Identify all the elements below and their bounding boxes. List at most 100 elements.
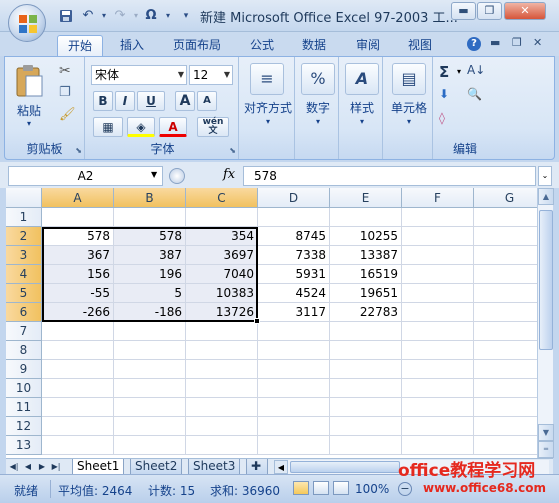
scroll-down-icon[interactable]: ▼ [538, 424, 554, 441]
cell-f10[interactable] [402, 379, 474, 398]
first-sheet-icon[interactable]: ◀| [8, 461, 20, 473]
cell-f7[interactable] [402, 322, 474, 341]
name-box[interactable]: A2 [8, 166, 163, 186]
cell-g10[interactable] [474, 379, 537, 398]
bold-button[interactable]: B [93, 91, 113, 111]
cell-a10[interactable] [42, 379, 114, 398]
cell-g12[interactable] [474, 417, 537, 436]
cell-g13[interactable] [474, 436, 537, 455]
cell-b8[interactable] [114, 341, 186, 360]
cell-d8[interactable] [258, 341, 330, 360]
cell-d3[interactable]: 7338 [258, 246, 330, 265]
sheet-tab-3[interactable]: Sheet3 [188, 459, 241, 475]
cell-g2[interactable] [474, 227, 537, 246]
cut-icon[interactable]: ✂ [59, 63, 71, 79]
cell-e13[interactable] [330, 436, 402, 455]
cell-d7[interactable] [258, 322, 330, 341]
cell-b9[interactable] [114, 360, 186, 379]
undo-dropdown-icon[interactable]: ▾ [96, 8, 112, 24]
minimize-button[interactable]: ▬ [451, 2, 476, 20]
cell-a8[interactable] [42, 341, 114, 360]
fill-handle[interactable] [254, 318, 260, 324]
insert-sheet-icon[interactable]: ✚ [246, 459, 268, 475]
cell-f9[interactable] [402, 360, 474, 379]
cell-d1[interactable] [258, 208, 330, 227]
row-header-13[interactable]: 13 [6, 436, 42, 455]
cell-a9[interactable] [42, 360, 114, 379]
sheet-tab-1[interactable]: Sheet1 [72, 459, 125, 475]
cell-d5[interactable]: 4524 [258, 284, 330, 303]
cell-c11[interactable] [186, 398, 258, 417]
zoom-level[interactable]: 100% [355, 482, 389, 496]
grow-font-button[interactable]: A [175, 91, 195, 111]
cell-g11[interactable] [474, 398, 537, 417]
paste-button[interactable]: 粘贴 ▾ [11, 63, 47, 137]
cell-e3[interactable]: 13387 [330, 246, 402, 265]
format-painter-icon[interactable]: 🖌 [59, 107, 76, 122]
clipboard-launcher-icon[interactable]: ⬊ [75, 146, 82, 155]
cell-f12[interactable] [402, 417, 474, 436]
tab-view[interactable]: 视图 [398, 35, 442, 56]
column-header-e[interactable]: E [330, 188, 402, 208]
cell-c7[interactable] [186, 322, 258, 341]
vertical-scroll-thumb[interactable] [539, 210, 553, 350]
sheet-tab-2[interactable]: Sheet2 [130, 459, 183, 475]
horizontal-scroll-thumb[interactable] [290, 461, 400, 473]
cell-c3[interactable]: 3697 [186, 246, 258, 265]
formula-input[interactable]: 578 [243, 166, 536, 186]
row-header-6[interactable]: 6 [6, 303, 42, 322]
tab-insert[interactable]: 插入 [110, 35, 154, 56]
scroll-up-icon[interactable]: ▲ [538, 188, 554, 205]
column-header-c[interactable]: C [186, 188, 258, 208]
cell-c4[interactable]: 7040 [186, 265, 258, 284]
fill-color-button[interactable]: ◈ [127, 117, 155, 137]
split-icon[interactable]: ═ [538, 441, 554, 458]
page-layout-view-button[interactable] [313, 481, 329, 495]
font-name-combo[interactable]: 宋体 ▼ [91, 65, 187, 85]
cell-a5[interactable]: -55 [42, 284, 114, 303]
name-box-dropdown-icon[interactable]: ▼ [151, 170, 157, 179]
cell-d13[interactable] [258, 436, 330, 455]
cell-b13[interactable] [114, 436, 186, 455]
cell-a13[interactable] [42, 436, 114, 455]
cell-f13[interactable] [402, 436, 474, 455]
column-header-d[interactable]: D [258, 188, 330, 208]
italic-button[interactable]: I [115, 91, 135, 111]
alignment-group[interactable]: ≡ 对齐方式 ▾ [241, 57, 295, 159]
cell-a3[interactable]: 367 [42, 246, 114, 265]
cell-e1[interactable] [330, 208, 402, 227]
ribbon-close-icon[interactable]: ✕ [533, 36, 542, 49]
office-button[interactable] [8, 4, 46, 42]
cell-a11[interactable] [42, 398, 114, 417]
cell-f1[interactable] [402, 208, 474, 227]
formula-expand-icon[interactable]: ⌄ [538, 166, 552, 186]
customize-qat-icon[interactable]: ▾ [178, 8, 194, 24]
vertical-scrollbar[interactable]: ▲ ▼ ═ [537, 188, 554, 458]
column-header-b[interactable]: B [114, 188, 186, 208]
cell-e9[interactable] [330, 360, 402, 379]
row-header-7[interactable]: 7 [6, 322, 42, 341]
insert-function-button[interactable]: fx [223, 167, 235, 182]
cell-b3[interactable]: 387 [114, 246, 186, 265]
cell-c12[interactable] [186, 417, 258, 436]
cell-g4[interactable] [474, 265, 537, 284]
cell-b6[interactable]: -186 [114, 303, 186, 322]
cell-d10[interactable] [258, 379, 330, 398]
cell-c10[interactable] [186, 379, 258, 398]
row-header-3[interactable]: 3 [6, 246, 42, 265]
cell-a2[interactable]: 578 [42, 227, 114, 246]
styles-group[interactable]: A 样式 ▾ [341, 57, 383, 159]
cell-b7[interactable] [114, 322, 186, 341]
row-header-1[interactable]: 1 [6, 208, 42, 227]
cell-e12[interactable] [330, 417, 402, 436]
cell-a12[interactable] [42, 417, 114, 436]
border-button[interactable]: ▦ [93, 117, 123, 137]
cell-b11[interactable] [114, 398, 186, 417]
save-icon[interactable] [58, 8, 74, 24]
cell-f2[interactable] [402, 227, 474, 246]
column-header-a[interactable]: A [42, 188, 114, 208]
cell-c2[interactable]: 354 [186, 227, 258, 246]
cell-g9[interactable] [474, 360, 537, 379]
cell-c6[interactable]: 13726 [186, 303, 258, 322]
ribbon-restore-icon[interactable]: ❐ [512, 36, 522, 49]
